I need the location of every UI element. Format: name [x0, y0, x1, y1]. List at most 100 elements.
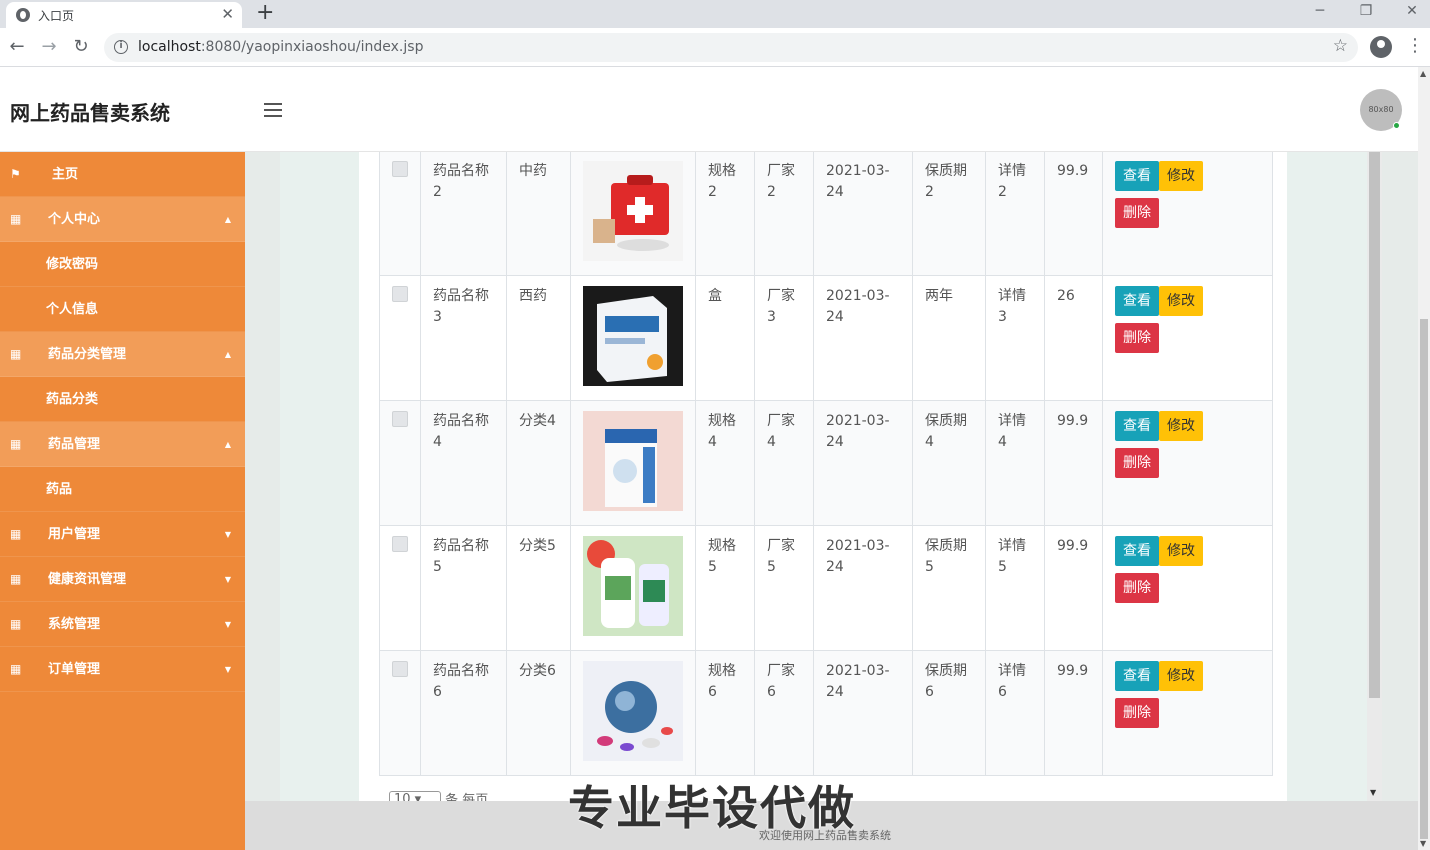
content-scrollbar[interactable]: ▼ [1367, 152, 1382, 801]
sidebar-item-system-mgmt[interactable]: ▦ 系统管理 ▼ [0, 602, 245, 647]
sidebar-item-change-password[interactable]: 修改密码 [0, 242, 245, 287]
caret-down-icon: ▼ [224, 665, 231, 674]
sidebar-item-label: 系统管理 [48, 617, 101, 632]
sidebar-item-drug-category-mgmt[interactable]: ▦ 药品分类管理 ▲ [0, 332, 245, 377]
caret-down-icon: ▼ [224, 620, 231, 629]
grid-icon: ▦ [10, 527, 22, 541]
sidebar-item-drug-mgmt[interactable]: ▦ 药品管理 ▲ [0, 422, 245, 467]
row-checkbox[interactable] [392, 411, 408, 427]
drug-table: 药品名称2 中药 规格2 厂家2 2021-03-24 保质期2 详情2 99.9 查看 修改 删除… [379, 152, 1273, 776]
bookmark-star-icon[interactable]: ☆ [1333, 36, 1348, 56]
page-scrollbar[interactable]: ▲ ▼ [1418, 67, 1430, 850]
tab-close-icon[interactable]: ✕ [221, 5, 234, 23]
sidebar-item-drug-category[interactable]: 药品分类 [0, 377, 245, 422]
edit-button[interactable]: 修改 [1159, 661, 1203, 691]
site-info-icon[interactable]: i [114, 40, 128, 54]
drug-category: 西药 [519, 288, 547, 304]
reload-icon[interactable]: ↻ [70, 36, 92, 58]
drug-shelf-life: 保质期2 [925, 163, 967, 200]
page-size-select[interactable]: 10 ▾ [389, 790, 441, 802]
hamburger-menu-icon[interactable] [264, 103, 282, 117]
drug-detail: 详情2 [998, 163, 1026, 200]
browser-tab[interactable]: 入口页 ✕ [6, 2, 242, 28]
sidebar-item-order-mgmt[interactable]: ▦ 订单管理 ▼ [0, 647, 245, 692]
view-button[interactable]: 查看 [1115, 286, 1159, 316]
drug-price: 99.9 [1057, 538, 1089, 554]
sidebar-item-label: 修改密码 [46, 257, 99, 272]
browser-toolbar: ← → ↻ i localhost:8080/yaopinxiaoshou/in… [0, 28, 1430, 67]
view-button[interactable]: 查看 [1115, 661, 1159, 691]
content-panel: 药品名称2 中药 规格2 厂家2 2021-03-24 保质期2 详情2 99.9 查看 修改 删除… [359, 152, 1287, 801]
sidebar-item-personal-info[interactable]: 个人信息 [0, 287, 245, 332]
flag-icon: ⚑ [10, 167, 21, 181]
scroll-up-arrow-icon[interactable]: ▲ [1420, 69, 1426, 78]
address-bar[interactable]: i localhost:8080/yaopinxiaoshou/index.js… [104, 33, 1358, 62]
drug-shelf-life: 保质期4 [925, 413, 967, 450]
drug-name: 药品名称6 [433, 663, 489, 700]
app-title: 网上药品售卖系统 [10, 101, 170, 125]
sidebar-item-label: 个人信息 [46, 302, 99, 317]
browser-menu-icon[interactable]: ⋮ [1406, 35, 1424, 57]
sidebar-item-label: 药品分类管理 [48, 347, 127, 362]
page-scroll-thumb[interactable] [1420, 319, 1428, 839]
drug-name: 药品名称3 [433, 288, 489, 325]
view-button[interactable]: 查看 [1115, 411, 1159, 441]
row-checkbox[interactable] [392, 661, 408, 677]
drug-maker: 厂家2 [767, 163, 795, 200]
drug-detail: 详情5 [998, 538, 1026, 575]
avatar[interactable]: 80x80 [1360, 89, 1402, 131]
sidebar-item-drug[interactable]: 药品 [0, 467, 245, 512]
page-size-value: 10 [394, 791, 411, 802]
sidebar-item-personal-center[interactable]: ▦ 个人中心 ▲ [0, 197, 245, 242]
drug-image [583, 161, 683, 261]
content-scroll-thumb[interactable] [1369, 152, 1380, 698]
drug-detail: 详情3 [998, 288, 1026, 325]
sidebar-item-label: 用户管理 [48, 527, 101, 542]
sidebar-item-label: 健康资讯管理 [48, 572, 127, 587]
grid-icon: ▦ [10, 617, 22, 631]
caret-down-icon: ▼ [224, 530, 231, 539]
sidebar-item-label: 订单管理 [48, 662, 101, 677]
app-header: 网上药品售卖系统 80x80 [0, 67, 1418, 152]
delete-button[interactable]: 删除 [1115, 323, 1159, 353]
scroll-down-arrow-icon[interactable]: ▼ [1370, 788, 1376, 797]
drug-shelf-life: 保质期6 [925, 663, 967, 700]
scroll-down-arrow-icon[interactable]: ▼ [1420, 839, 1426, 848]
row-checkbox[interactable] [392, 161, 408, 177]
sidebar-item-health-news-mgmt[interactable]: ▦ 健康资讯管理 ▼ [0, 557, 245, 602]
edit-button[interactable]: 修改 [1159, 161, 1203, 191]
delete-button[interactable]: 删除 [1115, 698, 1159, 728]
view-button[interactable]: 查看 [1115, 536, 1159, 566]
edit-button[interactable]: 修改 [1159, 411, 1203, 441]
sidebar-item-user-mgmt[interactable]: ▦ 用户管理 ▼ [0, 512, 245, 557]
view-button[interactable]: 查看 [1115, 161, 1159, 191]
back-icon[interactable]: ← [6, 36, 28, 58]
table-row: 药品名称3 西药 盒 厂家3 2021-03-24 两年 详情3 26 查看 修改 删除 [379, 275, 1273, 401]
drug-category: 分类6 [519, 663, 556, 679]
edit-button[interactable]: 修改 [1159, 536, 1203, 566]
table-row: 药品名称6 分类6 规格6 厂家6 2021-03-24 保质期6 详情6 99.9 查看 修改删… [379, 650, 1273, 776]
forward-icon[interactable]: → [38, 36, 60, 58]
drug-date: 2021-03-24 [826, 538, 890, 575]
delete-button[interactable]: 删除 [1115, 573, 1159, 603]
table-row: 药品名称2 中药 规格2 厂家2 2021-03-24 保质期2 详情2 99.9 查看 修改 删除 [379, 152, 1273, 276]
edit-button[interactable]: 修改 [1159, 286, 1203, 316]
profile-icon[interactable] [1370, 36, 1392, 58]
window-close-icon[interactable]: ✕ [1392, 0, 1430, 22]
delete-button[interactable]: 删除 [1115, 198, 1159, 228]
minimize-icon[interactable]: ─ [1300, 0, 1340, 22]
drug-shelf-life: 两年 [925, 288, 953, 304]
sidebar-item-label: 主页 [52, 167, 79, 182]
drug-image [583, 536, 683, 636]
row-checkbox[interactable] [392, 536, 408, 552]
globe-icon [16, 8, 30, 22]
sidebar-item-home[interactable]: ⚑ 主页 [0, 152, 245, 197]
new-tab-button[interactable]: + [256, 1, 274, 25]
delete-button[interactable]: 删除 [1115, 448, 1159, 478]
restore-icon[interactable]: ❐ [1346, 0, 1386, 22]
tab-title: 入口页 [38, 9, 75, 23]
row-checkbox[interactable] [392, 286, 408, 302]
drug-name: 药品名称4 [433, 413, 489, 450]
watermark-text: 专业毕设代做 [568, 781, 856, 835]
table-row: 药品名称4 分类4 规格4 厂家4 2021-03-24 保质期4 详情4 99.9 查看 修改删… [379, 400, 1273, 526]
